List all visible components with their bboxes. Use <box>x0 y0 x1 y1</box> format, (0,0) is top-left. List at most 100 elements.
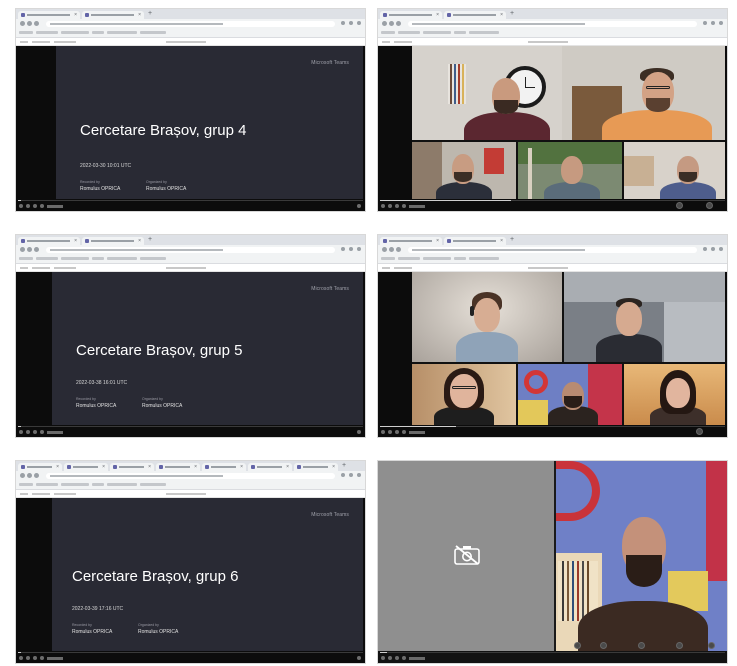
back-icon[interactable] <box>382 21 387 26</box>
extension-icon[interactable] <box>703 21 707 25</box>
bookmark-item[interactable] <box>423 31 451 34</box>
bookmark-item[interactable] <box>61 483 89 486</box>
bookmark-item[interactable] <box>140 483 166 486</box>
bookmark-item[interactable] <box>61 257 89 260</box>
close-tab-icon[interactable]: × <box>74 238 77 244</box>
new-tab-icon[interactable]: + <box>510 236 514 244</box>
play-icon[interactable] <box>381 204 385 208</box>
close-tab-icon[interactable]: × <box>500 238 503 244</box>
menu-icon[interactable] <box>719 21 723 25</box>
menu-icon[interactable] <box>357 21 361 25</box>
bookmark-item[interactable] <box>454 31 466 34</box>
seek-bar[interactable] <box>380 652 725 653</box>
settings-button[interactable] <box>706 202 713 209</box>
address-bar[interactable] <box>46 473 335 479</box>
profile-icon[interactable] <box>711 247 715 251</box>
reload-icon[interactable] <box>34 473 39 478</box>
skip-back-icon[interactable] <box>26 430 30 434</box>
close-tab-icon[interactable]: × <box>332 464 335 470</box>
bookmark-item[interactable] <box>423 257 451 260</box>
play-icon[interactable] <box>381 656 385 660</box>
forward-icon[interactable] <box>27 473 32 478</box>
skip-forward-icon[interactable] <box>395 656 399 660</box>
menu-icon[interactable] <box>357 473 361 477</box>
new-tab-icon[interactable]: + <box>510 10 514 18</box>
browser-tab[interactable]: × <box>444 237 506 245</box>
address-bar[interactable] <box>408 247 697 253</box>
seek-bar[interactable] <box>380 426 725 427</box>
fullscreen-button[interactable] <box>708 642 715 649</box>
volume-icon[interactable] <box>40 204 44 208</box>
back-icon[interactable] <box>20 21 25 26</box>
settings-button[interactable] <box>696 428 703 435</box>
bookmark-item[interactable] <box>36 483 58 486</box>
bookmark-item[interactable] <box>469 257 499 260</box>
volume-icon[interactable] <box>40 430 44 434</box>
bookmark-item[interactable] <box>381 31 395 34</box>
new-tab-icon[interactable]: + <box>342 462 346 470</box>
seek-bar[interactable] <box>18 426 363 427</box>
bookmark-item[interactable] <box>454 257 466 260</box>
volume-icon[interactable] <box>40 656 44 660</box>
close-tab-icon[interactable]: × <box>56 464 59 470</box>
skip-forward-icon[interactable] <box>395 204 399 208</box>
browser-tab[interactable]: × <box>294 463 338 471</box>
browser-tab[interactable]: × <box>156 463 200 471</box>
back-icon[interactable] <box>20 473 25 478</box>
skip-forward-icon[interactable] <box>33 204 37 208</box>
close-tab-icon[interactable]: × <box>500 12 503 18</box>
close-tab-icon[interactable]: × <box>148 464 151 470</box>
close-tab-icon[interactable]: × <box>138 12 141 18</box>
skip-back-icon[interactable] <box>388 656 392 660</box>
skip-back-icon[interactable] <box>388 204 392 208</box>
bookmark-item[interactable] <box>107 31 137 34</box>
reload-icon[interactable] <box>34 21 39 26</box>
forward-icon[interactable] <box>389 21 394 26</box>
close-tab-icon[interactable]: × <box>286 464 289 470</box>
forward-icon[interactable] <box>27 21 32 26</box>
volume-icon[interactable] <box>402 656 406 660</box>
volume-icon[interactable] <box>402 430 406 434</box>
close-tab-icon[interactable]: × <box>102 464 105 470</box>
reaction-button[interactable] <box>574 642 581 649</box>
bookmark-item[interactable] <box>36 257 58 260</box>
bookmark-item[interactable] <box>140 257 166 260</box>
browser-tab[interactable]: × <box>380 237 442 245</box>
seek-bar[interactable] <box>18 200 363 201</box>
bookmark-item[interactable] <box>19 483 33 486</box>
skip-back-icon[interactable] <box>388 430 392 434</box>
forward-icon[interactable] <box>389 247 394 252</box>
close-tab-icon[interactable]: × <box>436 238 439 244</box>
play-icon[interactable] <box>381 430 385 434</box>
play-icon[interactable] <box>19 430 23 434</box>
bookmark-item[interactable] <box>19 31 33 34</box>
back-icon[interactable] <box>382 247 387 252</box>
bookmark-item[interactable] <box>19 257 33 260</box>
profile-icon[interactable] <box>349 247 353 251</box>
participants-button[interactable] <box>638 642 645 649</box>
browser-tab[interactable]: × <box>248 463 292 471</box>
skip-back-icon[interactable] <box>26 656 30 660</box>
browser-tab[interactable]: × <box>18 463 62 471</box>
back-icon[interactable] <box>20 247 25 252</box>
profile-icon[interactable] <box>349 473 353 477</box>
skip-forward-icon[interactable] <box>33 430 37 434</box>
seek-bar[interactable] <box>380 200 725 201</box>
browser-tab[interactable]: × <box>64 463 108 471</box>
new-tab-icon[interactable]: + <box>148 236 152 244</box>
extension-icon[interactable] <box>341 21 345 25</box>
reload-icon[interactable] <box>396 21 401 26</box>
bookmark-item[interactable] <box>398 257 420 260</box>
skip-forward-icon[interactable] <box>395 430 399 434</box>
extension-icon[interactable] <box>341 473 345 477</box>
address-bar[interactable] <box>408 21 697 27</box>
bookmark-item[interactable] <box>469 31 499 34</box>
forward-icon[interactable] <box>27 247 32 252</box>
browser-tab[interactable]: × <box>110 463 154 471</box>
menu-icon[interactable] <box>357 247 361 251</box>
close-tab-icon[interactable]: × <box>436 12 439 18</box>
address-bar[interactable] <box>46 247 335 253</box>
close-tab-icon[interactable]: × <box>74 12 77 18</box>
more-options-button[interactable] <box>676 642 683 649</box>
browser-tab[interactable]: × <box>444 11 506 19</box>
